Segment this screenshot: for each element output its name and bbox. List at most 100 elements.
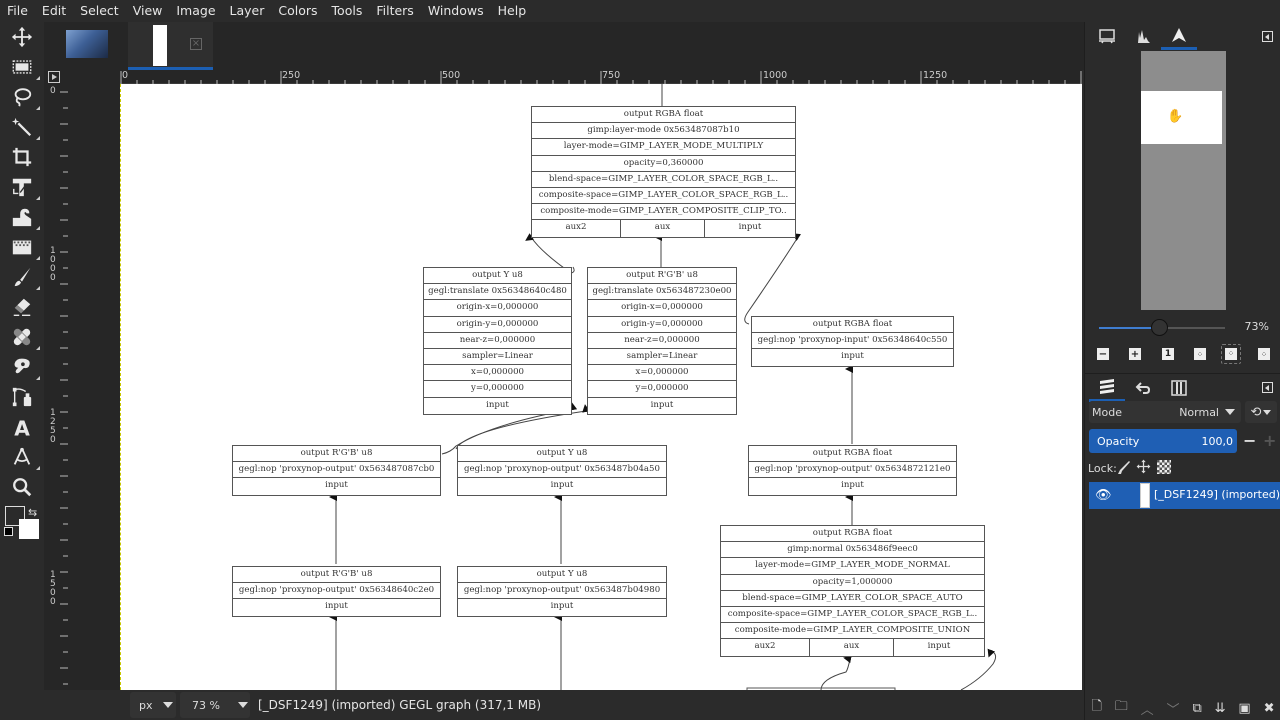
node-row: sampler=Linear: [424, 349, 571, 366]
close-tab-icon[interactable]: ×: [190, 38, 202, 50]
lower-layer-icon[interactable]: ﹀: [1167, 699, 1180, 718]
tab-navigation[interactable]: [1161, 22, 1197, 50]
paintbrush-icon: [14, 267, 31, 287]
heal-tool[interactable]: [8, 324, 40, 350]
node-row: input: [325, 601, 348, 612]
layers-icon: [1100, 379, 1114, 394]
opacity-spinner[interactable]: Opacity 100,0: [1089, 429, 1237, 453]
zoom-selector[interactable]: 73 %: [180, 692, 250, 718]
layer-row[interactable]: 👁 [_DSF1249] (imported) GEGL: [1089, 482, 1280, 509]
tab-images[interactable]: [1089, 22, 1125, 50]
menu-layer[interactable]: Layer: [223, 0, 272, 22]
node-ports: aux2 aux input: [721, 639, 984, 656]
slider-handle[interactable]: [1150, 319, 1168, 336]
menu-tools[interactable]: Tools: [325, 0, 370, 22]
navigator-zoom-slider[interactable]: [1099, 319, 1225, 336]
tab-undo-history[interactable]: [1125, 374, 1161, 402]
layer-mask-icon[interactable]: ▣: [1238, 701, 1250, 716]
node-row: input: [841, 480, 864, 491]
swap-colors-icon[interactable]: ⇆: [28, 506, 37, 519]
opacity-increase-button[interactable]: +: [1263, 431, 1276, 450]
zoom-fill-window-button[interactable]: ⁘: [1221, 344, 1241, 364]
menu-view[interactable]: View: [126, 0, 170, 22]
zoom-tool[interactable]: [8, 474, 36, 500]
menu-edit[interactable]: Edit: [35, 0, 73, 22]
horizontal-ruler[interactable]: 0 250 500 750 1000 1250: [120, 70, 1082, 85]
tab-layers[interactable]: [1089, 374, 1125, 402]
right-dock: ✋ 73% − + 1 ⁘ ⁘ ⁘ Mode Normal ⟲ Opacity …: [1084, 22, 1280, 720]
lock-alpha-button[interactable]: [1157, 460, 1171, 474]
smudge-tool[interactable]: [8, 354, 40, 380]
magnifier-icon: [13, 478, 32, 497]
delete-layer-icon[interactable]: ✖: [1264, 701, 1275, 716]
ruler-label: 500: [442, 70, 461, 81]
crop-tool[interactable]: [8, 144, 36, 170]
new-layer-icon[interactable]: 🗋: [1091, 697, 1101, 719]
fuzzy-select-tool[interactable]: [8, 114, 40, 140]
zoom-in-button[interactable]: +: [1129, 348, 1141, 360]
graph-node-proxy-output-rgb: output R'G'B' u8 gegl:nop 'proxynop-outp…: [232, 445, 441, 496]
image-tab-photo[interactable]: [44, 22, 128, 70]
composite-mode-button[interactable]: ⟲: [1245, 401, 1277, 423]
menu-windows[interactable]: Windows: [421, 0, 491, 22]
duplicate-layer-icon[interactable]: ⧉: [1192, 701, 1201, 716]
tab-channels[interactable]: [1161, 374, 1197, 402]
paintbrush-icon: [1118, 461, 1130, 474]
node-row: gegl:translate 0x563487230e00: [588, 284, 736, 301]
node-row: near-z=0,000000: [588, 333, 736, 349]
menu-help[interactable]: Help: [491, 0, 534, 22]
ruler-label: 0: [50, 273, 56, 283]
node-row: input: [550, 601, 574, 612]
zoom-out-button[interactable]: −: [1097, 348, 1109, 360]
gradient-tool[interactable]: [8, 234, 40, 260]
menu-select[interactable]: Select: [73, 0, 126, 22]
move-tool[interactable]: [8, 24, 36, 50]
warp-transform-tool[interactable]: [8, 204, 40, 230]
menu-colors[interactable]: Colors: [271, 0, 324, 22]
navigator-preview[interactable]: ✋: [1141, 51, 1226, 310]
dock-menu-icon[interactable]: [1262, 30, 1273, 42]
node-row: output R'G'B' u8: [233, 446, 440, 463]
image-canvas[interactable]: output RGBA float gimp:layer-mode 0x5634…: [120, 84, 1082, 690]
new-layer-group-icon[interactable]: 🗀: [1115, 697, 1128, 719]
eraser-tool[interactable]: [8, 294, 36, 320]
node-row: origin-x=0,000000: [588, 300, 736, 317]
image-tab-gegl-graph[interactable]: ×: [128, 22, 213, 70]
lock-pixels-button[interactable]: [1117, 460, 1131, 479]
svg-text:A: A: [14, 416, 30, 438]
eye-visibility-icon[interactable]: 👁: [1095, 488, 1112, 503]
menu-file[interactable]: File: [0, 0, 35, 22]
lock-position-button[interactable]: [1136, 459, 1151, 478]
unit-selector[interactable]: px: [130, 692, 176, 718]
menu-image[interactable]: Image: [169, 0, 222, 22]
node-row: gegl:nop 'proxynop-output' 0x563487b0498…: [458, 583, 666, 600]
vertical-ruler[interactable]: 0100012501500: [44, 84, 120, 690]
merge-layer-icon[interactable]: ⇊: [1215, 701, 1226, 716]
tab-histogram[interactable]: [1125, 22, 1161, 50]
menu-filters[interactable]: Filters: [369, 0, 420, 22]
node-row: gimp:normal 0x563486f9eec0: [721, 542, 984, 559]
opacity-decrease-button[interactable]: −: [1243, 431, 1256, 450]
rect-select-tool[interactable]: [8, 54, 40, 80]
image-thumbnail-photo: [66, 30, 108, 58]
dock-menu-icon[interactable]: [1262, 382, 1273, 393]
paths-tool[interactable]: [8, 384, 36, 410]
zoom-1-1-button[interactable]: 1: [1162, 348, 1174, 360]
text-tool[interactable]: A: [8, 414, 36, 440]
default-colors-icon[interactable]: [4, 527, 13, 536]
raise-layer-icon[interactable]: ︿: [1141, 699, 1154, 718]
free-select-tool[interactable]: [8, 84, 40, 110]
background-color-swatch[interactable]: [19, 519, 39, 539]
graph-node-proxy-output-rgb-2: output R'G'B' u8 gegl:nop 'proxynop-outp…: [232, 566, 441, 617]
layer-mode-selector[interactable]: Mode Normal: [1089, 401, 1241, 423]
shrink-wrap-button[interactable]: ⁘: [1258, 348, 1270, 360]
ruler-label: 0: [50, 435, 56, 445]
monitor-icon: [1099, 29, 1115, 44]
unified-transform-tool[interactable]: [8, 174, 40, 200]
node-row: gegl:nop 'proxynop-input' 0x56348640c550: [752, 333, 953, 350]
measure-tool[interactable]: [8, 444, 40, 470]
node-row: output Y u8: [458, 567, 666, 584]
quick-mask-toggle-icon[interactable]: [48, 71, 60, 83]
paintbrush-tool[interactable]: [8, 264, 40, 290]
zoom-fit-image-button[interactable]: ⁘: [1194, 348, 1206, 360]
